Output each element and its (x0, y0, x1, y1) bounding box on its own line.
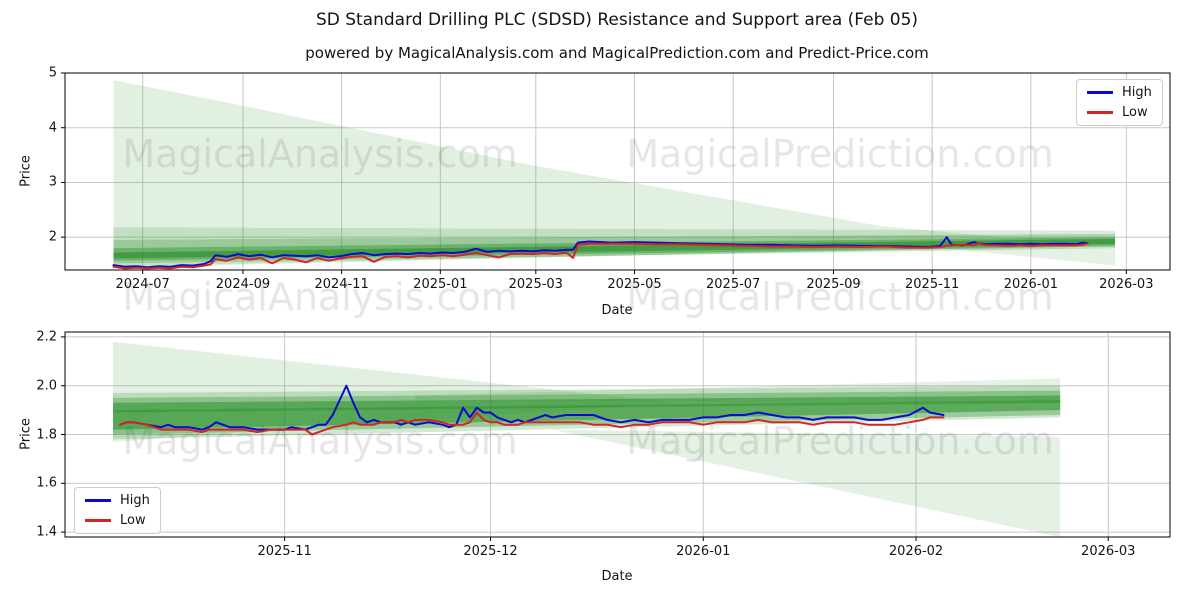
legend-entry-low: Low (1087, 105, 1152, 120)
x-tick-label: 2025-11 (905, 277, 959, 292)
legend-label-low: Low (1122, 105, 1148, 120)
low-line-swatch-icon (85, 519, 111, 522)
x-tick-label: 2026-03 (1081, 544, 1135, 559)
bottom-y-axis-label: Price (19, 418, 34, 450)
legend-top: High Low (1076, 79, 1163, 126)
y-tick-label: 2 (49, 230, 57, 245)
x-tick-label: 2024-07 (115, 277, 169, 292)
y-tick-label: 4 (49, 120, 57, 135)
legend-entry-low: Low (85, 513, 150, 528)
x-tick-label: 2026-01 (1004, 277, 1058, 292)
x-tick-label: 2026-02 (889, 544, 943, 559)
charts-svg (0, 0, 1200, 600)
x-tick-label: 2025-07 (706, 277, 760, 292)
x-tick-label: 2025-12 (463, 544, 517, 559)
y-tick-label: 1.8 (36, 427, 57, 442)
legend-bottom: High Low (74, 487, 161, 534)
y-tick-label: 2.2 (36, 329, 57, 344)
legend-entry-high: High (1087, 85, 1152, 100)
legend-entry-high: High (85, 493, 150, 508)
y-tick-label: 5 (49, 66, 57, 81)
y-tick-label: 2.0 (36, 378, 57, 393)
x-tick-label: 2025-01 (413, 277, 467, 292)
y-tick-label: 3 (49, 175, 57, 190)
x-tick-label: 2026-03 (1099, 277, 1153, 292)
high-line-swatch-icon (85, 499, 111, 502)
x-tick-label: 2026-01 (676, 544, 730, 559)
chart-title: SD Standard Drilling PLC (SDSD) Resistan… (316, 10, 918, 30)
legend-label-high: High (1122, 85, 1152, 100)
y-tick-label: 1.6 (36, 476, 57, 491)
legend-label-high: High (120, 493, 150, 508)
legend-label-low: Low (120, 513, 146, 528)
x-tick-label: 2025-03 (509, 277, 563, 292)
x-tick-label: 2025-09 (806, 277, 860, 292)
x-tick-label: 2024-11 (314, 277, 368, 292)
bottom-x-axis-label: Date (601, 569, 632, 584)
x-tick-label: 2024-09 (216, 277, 270, 292)
x-tick-label: 2025-05 (607, 277, 661, 292)
high-line-swatch-icon (1087, 91, 1113, 94)
chart-subtitle: powered by MagicalAnalysis.com and Magic… (305, 44, 929, 62)
low-line-swatch-icon (1087, 111, 1113, 114)
top-y-axis-label: Price (19, 155, 34, 187)
top-x-axis-label: Date (601, 303, 632, 318)
x-tick-label: 2025-11 (257, 544, 311, 559)
y-tick-label: 1.4 (36, 525, 57, 540)
figure-canvas: 2024-07 2024-09 2024-11 2025-01 2025-03 2025-… (0, 0, 1200, 600)
